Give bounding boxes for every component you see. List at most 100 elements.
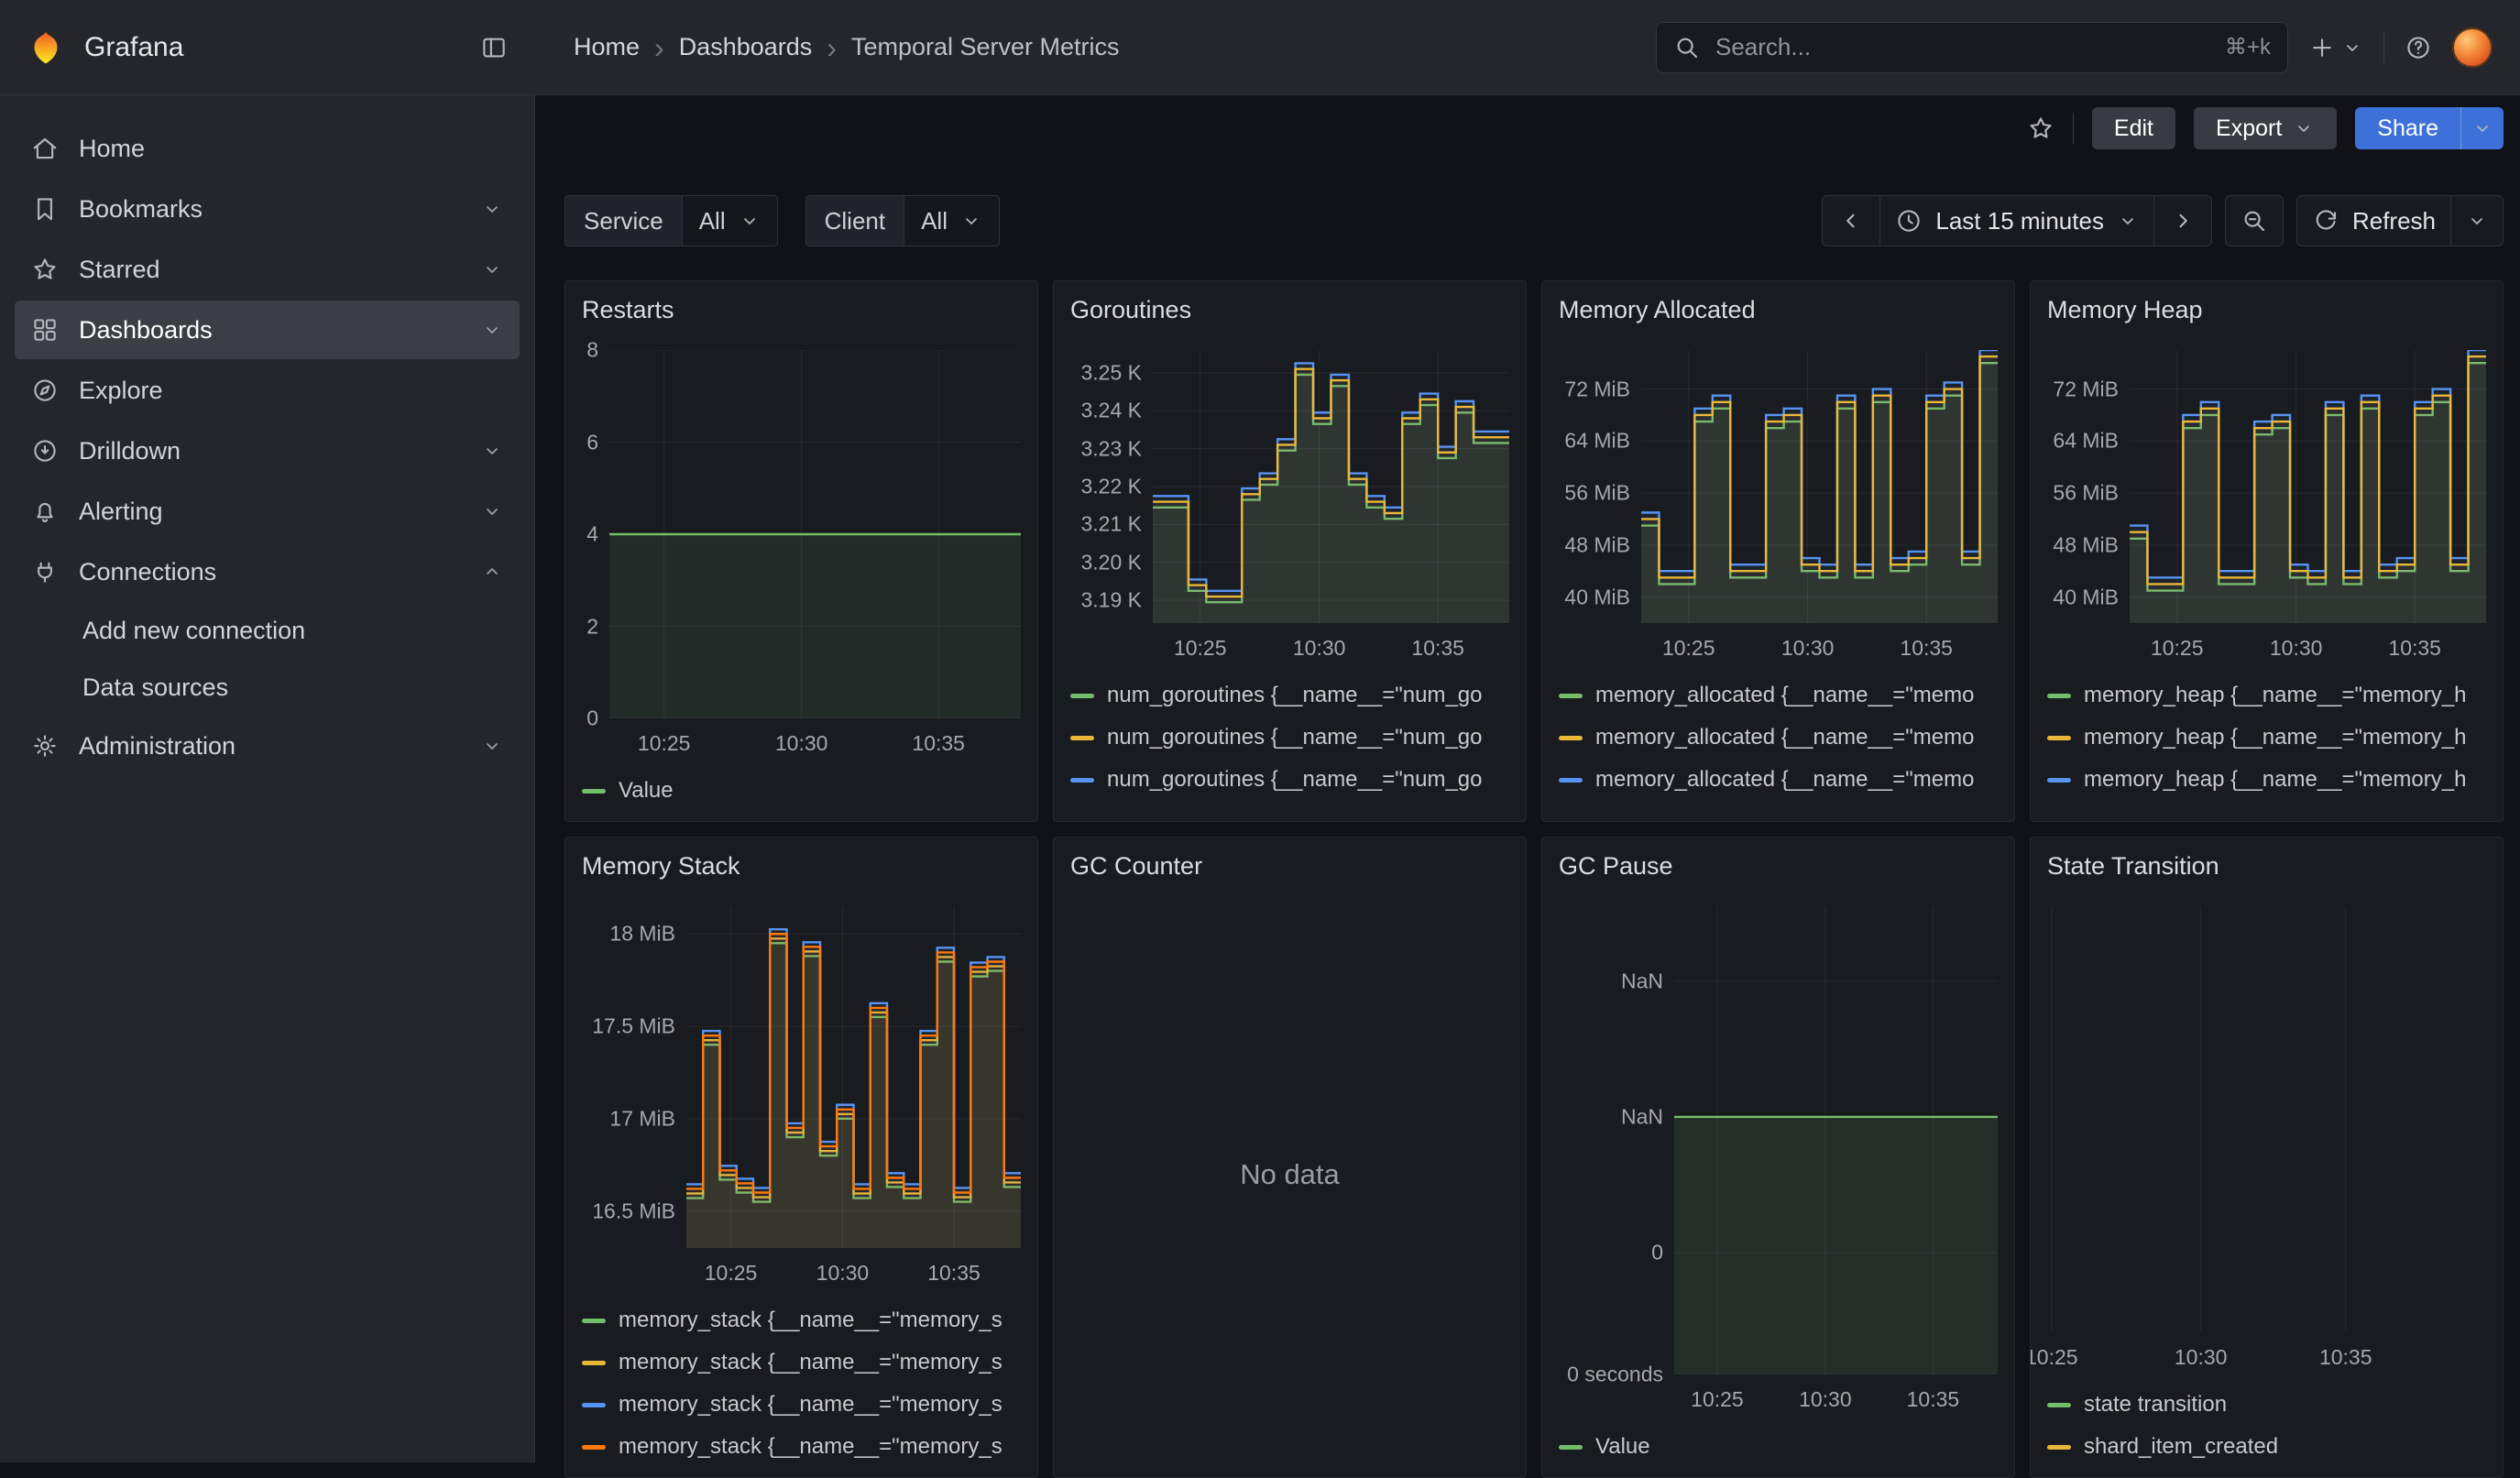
legend-item[interactable]: memory_stack {__name__="memory_s — [582, 1341, 1021, 1384]
plus-icon — [2308, 34, 2336, 61]
client-filter-label: Client — [805, 195, 904, 246]
client-filter-value[interactable]: All — [904, 195, 1000, 246]
legend-item[interactable]: Value — [582, 770, 1021, 812]
search-input[interactable] — [1714, 32, 2212, 62]
sidebar-item-connections[interactable]: Connections — [15, 542, 520, 601]
legend-item[interactable]: memory_heap {__name__="memory_h — [2047, 717, 2486, 759]
breadcrumb-item-dashboards[interactable]: Dashboards — [679, 33, 813, 61]
legend-item[interactable]: memory_stack {__name__="memory_s — [582, 1426, 1021, 1468]
refresh-interval-button[interactable] — [2450, 195, 2504, 246]
edit-button[interactable]: Edit — [2092, 107, 2175, 149]
x-axis-label: 10:35 — [1900, 636, 1953, 661]
star-icon — [31, 256, 59, 283]
panel-body: 72 MiB64 MiB56 MiB48 MiB40 MiB10:2510:30… — [2047, 324, 2486, 667]
legend-item[interactable]: memory_allocated {__name__="memo — [1559, 801, 1998, 812]
chart-plot[interactable] — [1674, 906, 1998, 1374]
legend-item[interactable]: num_goroutines {__name__="num_go — [1070, 759, 1509, 801]
chart-plot[interactable] — [686, 906, 1021, 1248]
sidebar-item-data-sources[interactable]: Data sources — [15, 660, 520, 715]
panel-title[interactable]: GC Pause — [1559, 852, 1998, 881]
breadcrumb-item-home[interactable]: Home — [574, 33, 640, 61]
sidebar-item-label: Bookmarks — [79, 195, 203, 224]
avatar[interactable] — [2452, 27, 2493, 68]
y-axis-label: 2 — [586, 614, 598, 639]
chart-plot[interactable] — [2130, 350, 2486, 623]
legend-item[interactable]: memory_stack {__name__="memory_s — [582, 1299, 1021, 1341]
chart-plot[interactable] — [1641, 350, 1998, 623]
sidebar-item-administration[interactable]: Administration — [15, 717, 520, 775]
legend-item[interactable]: shard_item_created — [2047, 1426, 2486, 1468]
client-filter-selected: All — [921, 207, 948, 235]
legend-item[interactable]: memory_stack {__name__="memory_s — [582, 1384, 1021, 1426]
legend-item[interactable]: num_goroutines {__name__="num_go — [1070, 801, 1509, 812]
legend-item[interactable]: memory_allocated {__name__="memo — [1559, 759, 1998, 801]
sidebar-item-drilldown[interactable]: Drilldown — [15, 422, 520, 480]
legend-item[interactable]: memory_allocated {__name__="memo — [1559, 717, 1998, 759]
chevron-down-icon — [960, 210, 982, 232]
sidebar-item-explore[interactable]: Explore — [15, 361, 520, 420]
x-axis-label: 10:35 — [912, 731, 965, 756]
legend-item[interactable]: memory_heap {__name__="memory_h — [2047, 759, 2486, 801]
legend-item-label: memory_heap {__name__="memory_h — [2084, 809, 2466, 812]
legend-item[interactable]: memory_heap {__name__="memory_h — [2047, 801, 2486, 812]
legend-swatch — [1559, 736, 1583, 740]
sidebar-item-alerting[interactable]: Alerting — [15, 482, 520, 541]
help-icon[interactable] — [2405, 34, 2432, 61]
legend-item[interactable]: Value — [1559, 1426, 1998, 1468]
legend-item-label: num_goroutines {__name__="num_go — [1107, 725, 1483, 750]
topbar-divider — [2383, 32, 2384, 63]
panel-title[interactable]: GC Counter — [1070, 852, 1509, 881]
search-box[interactable]: ⌘+k — [1656, 22, 2288, 73]
sidebar-item-home[interactable]: Home — [15, 119, 520, 178]
panel-body: 72 MiB64 MiB56 MiB48 MiB40 MiB10:2510:30… — [1559, 324, 1998, 667]
breadcrumb-separator: › — [654, 33, 664, 62]
panel-title[interactable]: State Transition — [2047, 852, 2486, 881]
time-forward-button[interactable] — [2153, 195, 2212, 246]
x-axis-label: 10:35 — [1907, 1387, 1960, 1412]
panel-title[interactable]: Memory Stack — [582, 852, 1021, 881]
panel-title[interactable]: Memory Heap — [2047, 296, 2486, 324]
x-axis-label: 10:25 — [2151, 636, 2204, 661]
grafana-logo[interactable] — [27, 29, 64, 66]
sidebar-item-dashboards[interactable]: Dashboards — [15, 301, 520, 359]
chart-plot[interactable] — [1153, 350, 1509, 623]
share-button-label[interactable]: Share — [2355, 107, 2460, 149]
legend-item[interactable]: memory_allocated {__name__="memo — [1559, 674, 1998, 717]
topbar: Grafana Home›Dashboards›Temporal Server … — [0, 0, 2520, 95]
bell-icon — [31, 498, 59, 525]
legend: num_goroutines {__name__="num_gonum_goro… — [1070, 674, 1509, 812]
y-axis-label: 56 MiB — [2053, 481, 2119, 506]
service-filter-value[interactable]: All — [682, 195, 778, 246]
share-dropdown-button[interactable] — [2460, 107, 2504, 149]
share-button[interactable]: Share — [2355, 107, 2504, 149]
edit-button-label: Edit — [2114, 115, 2153, 142]
legend-item[interactable]: num_goroutines {__name__="num_go — [1070, 674, 1509, 717]
panel-gc-counter: GC CounterNo data — [1053, 837, 1527, 1478]
chart-plot[interactable] — [2047, 906, 2486, 1332]
add-button[interactable] — [2308, 34, 2363, 61]
legend-swatch — [1070, 694, 1094, 698]
y-axis-label: 17 MiB — [609, 1106, 675, 1131]
legend-item-label: memory_heap {__name__="memory_h — [2084, 767, 2466, 793]
refresh-button[interactable]: Refresh — [2296, 195, 2451, 246]
zoom-out-button[interactable] — [2225, 195, 2284, 246]
sidebar-item-add-new-connection[interactable]: Add new connection — [15, 603, 520, 658]
legend-item[interactable]: state transition — [2047, 1384, 2486, 1426]
panel-title[interactable]: Memory Allocated — [1559, 296, 1998, 324]
chart-plot[interactable] — [609, 350, 1021, 718]
panel-title[interactable]: Restarts — [582, 296, 1021, 324]
legend-swatch — [1559, 1445, 1583, 1450]
y-axis-label: 3.23 K — [1081, 436, 1143, 461]
time-back-button[interactable] — [1822, 195, 1880, 246]
favorite-star-icon[interactable] — [2027, 115, 2054, 142]
time-range-picker[interactable]: Last 15 minutes — [1879, 195, 2154, 246]
sidebar-toggle-icon[interactable] — [480, 34, 508, 61]
sidebar-item-starred[interactable]: Starred — [15, 240, 520, 299]
legend-item-label: memory_stack {__name__="memory_s — [619, 1434, 1003, 1460]
panel-title[interactable]: Goroutines — [1070, 296, 1509, 324]
legend-item[interactable]: memory_heap {__name__="memory_h — [2047, 674, 2486, 717]
legend-item[interactable]: num_goroutines {__name__="num_go — [1070, 717, 1509, 759]
export-button[interactable]: Export — [2194, 107, 2337, 149]
x-axis-label: 10:30 — [2270, 636, 2323, 661]
sidebar-item-bookmarks[interactable]: Bookmarks — [15, 180, 520, 238]
